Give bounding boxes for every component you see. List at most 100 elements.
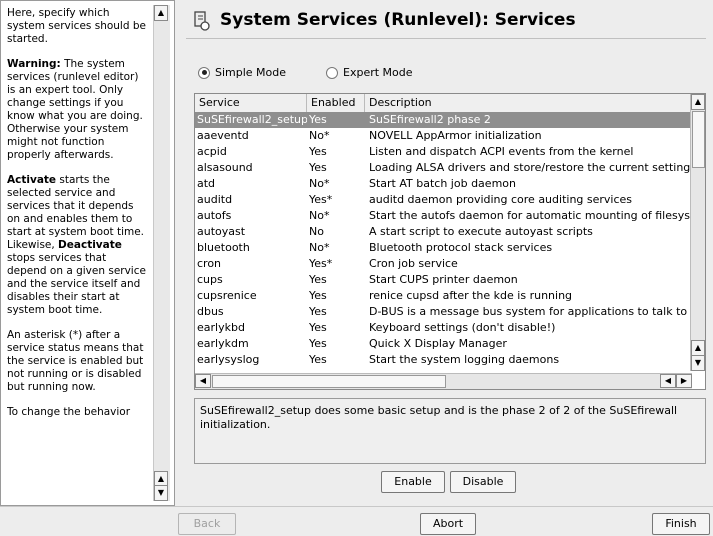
simple-mode-radio[interactable]: Simple Mode [198,66,286,79]
cell-description: Start the autofs daemon for automatic mo… [369,209,692,222]
cell-service: aaeventd [197,129,249,142]
expert-mode-radio[interactable]: Expert Mode [326,66,413,79]
expert-mode-label: Expert Mode [343,66,413,79]
cell-enabled: Yes [309,321,327,334]
table-row[interactable]: SuSEfirewall2_setup Yes SuSEfirewall2 phas… [195,112,692,128]
service-description: SuSEfirewall2_setup does some basic setu… [194,398,706,464]
cell-description: Bluetooth protocol stack services [369,241,553,254]
table-header: Service Enabled Description [195,94,692,113]
table-row[interactable]: aaeventd No* NOVELL AppArmor initializatio… [195,128,692,144]
cell-service: acpid [197,145,227,158]
cell-description: Listen and dispatch ACPI events from the… [369,145,634,158]
table-row[interactable]: earlykbd Yes Keyboard settings (don't disa… [195,320,692,336]
table-row[interactable]: cron Yes* Cron job service [195,256,692,272]
scroll-down-icon[interactable]: ▼ [154,485,168,501]
finish-button[interactable]: Finish [652,513,710,535]
cell-service: alsasound [197,161,253,174]
cell-enabled: No* [309,129,330,142]
cell-enabled: Yes [309,305,327,318]
cell-enabled: Yes [309,337,327,350]
cell-service: dbus [197,305,224,318]
enable-button[interactable]: Enable [381,471,445,493]
cell-enabled: Yes [309,273,327,286]
help-warning: Warning: The system services (runlevel e… [7,58,143,161]
cell-service: atd [197,177,216,190]
cell-enabled: No [309,225,324,238]
cell-enabled: No* [309,177,330,190]
services-table[interactable]: Service Enabled Description SuSEfirewall… [194,93,706,390]
cell-enabled: Yes [309,353,327,366]
services-icon [194,11,210,31]
footer-divider [0,506,713,507]
cell-description: Loading ALSA drivers and store/restore t… [369,161,691,174]
cell-description: Cron job service [369,257,458,270]
table-row[interactable]: autoyast No A start script to execute auto… [195,224,692,240]
table-body: SuSEfirewall2_setup Yes SuSEfirewall2 phas… [195,112,692,368]
scroll-up-icon[interactable]: ▲ [691,94,705,110]
cell-service: autoyast [197,225,246,238]
table-row[interactable]: cupsrenice Yes renice cupsd after the kde … [195,288,692,304]
table-row[interactable]: cups Yes Start CUPS printer daemon [195,272,692,288]
scroll-right-icon[interactable]: ▶ [676,374,692,388]
cell-enabled: Yes [309,161,327,174]
help-text: Here, specify which system services shou… [7,7,149,497]
scroll-left-icon[interactable]: ◀ [195,374,211,388]
table-row[interactable]: atd No* Start AT batch job daemon [195,176,692,192]
radio-selected-icon[interactable] [198,66,210,79]
table-row[interactable]: alsasound Yes Loading ALSA drivers and sto… [195,160,692,176]
cell-service: earlysyslog [197,353,260,366]
column-service[interactable]: Service [195,94,307,112]
cell-enabled: No* [309,209,330,222]
cell-service: cron [197,257,222,270]
help-more: To change the behavior [7,406,131,418]
cell-service: earlykbd [197,321,245,334]
cell-enabled: No* [309,241,330,254]
help-panel: Here, specify which system services shou… [0,0,175,506]
title-divider [186,38,706,39]
table-row[interactable]: auditd Yes* auditd daemon providing core a… [195,192,692,208]
cell-description: auditd daemon providing core auditing se… [369,193,633,206]
cell-service: bluetooth [197,241,250,254]
cell-description: Quick X Display Manager [369,337,507,350]
cell-enabled: Yes* [309,193,333,206]
back-button[interactable]: Back [178,513,236,535]
cell-description: Start AT batch job daemon [369,177,516,190]
page-title: System Services (Runlevel): Services [220,10,576,30]
table-row[interactable]: autofs No* Start the autofs daemon for aut… [195,208,692,224]
cell-enabled: Yes [309,113,327,126]
cell-enabled: Yes* [309,257,333,270]
cell-service: earlykdm [197,337,249,350]
table-row[interactable]: earlykdm Yes Quick X Display Manager [195,336,692,352]
simple-mode-label: Simple Mode [215,66,287,79]
table-horizontal-scrollbar[interactable]: ◀ ◀ ▶ [195,373,692,389]
scroll-down-icon[interactable]: ▼ [691,355,705,371]
cell-description: Keyboard settings (don't disable!) [369,321,556,334]
cell-description: renice cupsd after the kde is running [369,289,573,302]
table-row[interactable]: bluetooth No* Bluetooth protocol stack ser… [195,240,692,256]
cell-description: Start CUPS printer daemon [369,273,518,286]
scroll-thumb[interactable] [692,111,705,168]
radio-unselected-icon[interactable] [326,66,338,79]
scroll-up-icon[interactable]: ▲ [154,5,168,21]
disable-button[interactable]: Disable [450,471,516,493]
cell-service: cups [197,273,223,286]
cell-enabled: Yes [309,289,327,302]
cell-enabled: Yes [309,145,327,158]
column-enabled[interactable]: Enabled [307,94,365,112]
cell-service: auditd [197,193,233,206]
table-vertical-scrollbar[interactable]: ▲ ▲ ▼ [690,94,705,371]
scroll-thumb[interactable] [212,375,446,388]
scroll-up-icon[interactable]: ▲ [691,340,705,356]
cell-service: cupsrenice [197,289,257,302]
column-description[interactable]: Description [365,94,692,112]
scroll-left-icon[interactable]: ◀ [660,374,676,388]
cell-description: SuSEfirewall2 phase 2 [369,113,491,126]
table-row[interactable]: acpid Yes Listen and dispatch ACPI events … [195,144,692,160]
cell-service: autofs [197,209,232,222]
table-row[interactable]: dbus Yes D-BUS is a message bus system for… [195,304,692,320]
help-scrollbar[interactable]: ▲ ▲ ▼ [153,5,170,501]
cell-description: Start the system logging daemons [369,353,560,366]
help-activate: Activate starts the selected service and… [7,174,146,316]
abort-button[interactable]: Abort [420,513,476,535]
table-row[interactable]: earlysyslog Yes Start the system logging d… [195,352,692,368]
